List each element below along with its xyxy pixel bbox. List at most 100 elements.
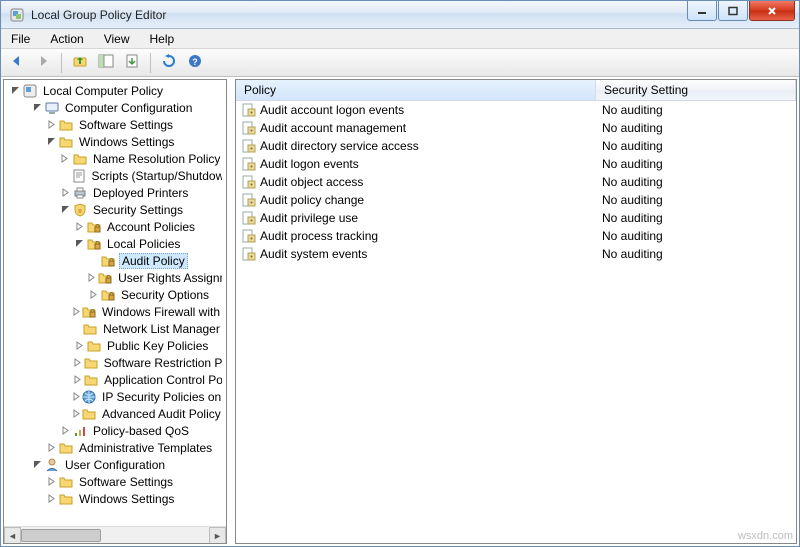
user-icon [44,457,60,473]
list-row[interactable]: Audit privilege use No auditing [236,209,796,227]
toolbar-separator [150,53,151,73]
expander-icon[interactable] [44,118,58,132]
expander-icon[interactable] [58,152,72,166]
maximize-button[interactable] [718,1,748,21]
policy-item-icon [242,103,256,117]
tree-row[interactable]: Windows Firewall with Advanced Security [6,303,224,320]
expander-icon[interactable] [58,424,72,438]
expander-icon[interactable] [30,101,44,115]
up-button[interactable] [68,52,92,74]
menu-view[interactable]: View [94,29,140,48]
list-row[interactable]: Audit account management No auditing [236,119,796,137]
tree-row[interactable]: Advanced Audit Policy Configuration [6,405,224,422]
tree-row[interactable]: Audit Policy [6,252,224,269]
toolbar: ? [1,49,799,77]
tree-row[interactable]: Application Control Policies [6,371,224,388]
tree-row[interactable]: Windows Settings [6,133,224,150]
menu-help[interactable]: Help [140,29,185,48]
tree-row[interactable]: Computer Configuration [6,99,224,116]
expander-icon[interactable] [72,407,81,421]
splitter[interactable] [229,77,233,546]
expander-icon[interactable] [72,390,81,404]
list-row[interactable]: Audit system events No auditing [236,245,796,263]
list-row[interactable]: Audit process tracking No auditing [236,227,796,245]
expander-icon[interactable] [30,458,44,472]
tree-row[interactable]: Network List Manager Policies [6,320,224,337]
tree-row[interactable]: Public Key Policies [6,337,224,354]
details-pane: Policy Security Setting Audit account lo… [235,79,797,544]
tree-row[interactable]: Software Settings [6,116,224,133]
minimize-button[interactable] [687,1,717,21]
tree-row[interactable]: User Configuration [6,456,224,473]
tree-row[interactable]: Deployed Printers [6,184,224,201]
tree-label: Policy-based QoS [91,424,191,438]
scroll-right-button[interactable]: ► [209,527,226,544]
tree-row[interactable]: Administrative Templates [6,439,224,456]
list-row[interactable]: Audit object access No auditing [236,173,796,191]
list-row[interactable]: Audit directory service access No auditi… [236,137,796,155]
expander-icon[interactable] [58,203,72,217]
expander-icon[interactable] [44,135,58,149]
tree-row[interactable]: Policy-based QoS [6,422,224,439]
tree-row[interactable]: Name Resolution Policy [6,150,224,167]
tree-row[interactable]: User Rights Assignment [6,269,224,286]
window-controls [687,1,795,21]
tree-row[interactable]: Software Restriction Policies [6,354,224,371]
list-row[interactable]: Audit policy change No auditing [236,191,796,209]
tree-label: Public Key Policies [105,339,210,353]
help-button[interactable]: ? [183,52,207,74]
scroll-thumb[interactable] [21,529,101,542]
cell-policy: Audit privilege use [236,211,596,225]
tree-row[interactable]: Scripts (Startup/Shutdown) [6,167,224,184]
close-button[interactable] [749,1,795,21]
tree-label: IP Security Policies on Local Computer [100,390,222,404]
forward-button[interactable] [31,52,55,74]
titlebar[interactable]: Local Group Policy Editor [1,1,799,29]
scroll-left-button[interactable]: ◄ [4,527,21,544]
expander-icon[interactable] [72,373,83,387]
list-body[interactable]: Audit account logon events No auditing A… [236,101,796,543]
tree-row[interactable]: Local Policies [6,235,224,252]
export-button[interactable] [120,52,144,74]
list-row[interactable]: Audit logon events No auditing [236,155,796,173]
expander-icon[interactable] [86,271,97,285]
show-hide-tree-button[interactable] [94,52,118,74]
tree-horizontal-scrollbar[interactable]: ◄ ► [4,526,226,543]
policy-item-icon [242,121,256,135]
svg-text:?: ? [192,57,198,67]
menu-action[interactable]: Action [40,29,93,48]
refresh-button[interactable] [157,52,181,74]
client-area: Local Computer Policy Computer Configura… [1,77,799,546]
expander-icon[interactable] [72,220,86,234]
expander-icon[interactable] [8,84,22,98]
tree-label: Scripts (Startup/Shutdown) [90,169,222,183]
expander-icon[interactable] [72,356,83,370]
expander-icon [86,254,100,268]
tree-label: User Configuration [63,458,167,472]
expander-icon[interactable] [44,475,58,489]
tree-row[interactable]: Account Policies [6,218,224,235]
arrow-right-icon [35,53,51,72]
tree-row[interactable]: Security Settings [6,201,224,218]
expander-icon[interactable] [44,492,58,506]
expander-icon[interactable] [72,339,86,353]
column-header-policy[interactable]: Policy [236,80,596,100]
security-setting-value: No auditing [602,193,663,207]
tree-row[interactable]: Software Settings [6,473,224,490]
tree-row[interactable]: Windows Settings [6,490,224,507]
expander-icon[interactable] [86,288,100,302]
tree-row[interactable]: Security Options [6,286,224,303]
expander-icon[interactable] [58,186,72,200]
expander-icon[interactable] [72,305,81,319]
folder-icon [58,134,74,150]
tree-row[interactable]: IP Security Policies on Local Computer [6,388,224,405]
list-row[interactable]: Audit account logon events No auditing [236,101,796,119]
menu-file[interactable]: File [1,29,40,48]
console-tree[interactable]: Local Computer Policy Computer Configura… [4,80,226,526]
expander-icon[interactable] [44,441,58,455]
expander-icon[interactable] [72,237,86,251]
back-button[interactable] [5,52,29,74]
column-header-setting[interactable]: Security Setting [596,80,796,100]
tree-row-root[interactable]: Local Computer Policy [6,82,224,99]
app-icon [9,7,25,23]
